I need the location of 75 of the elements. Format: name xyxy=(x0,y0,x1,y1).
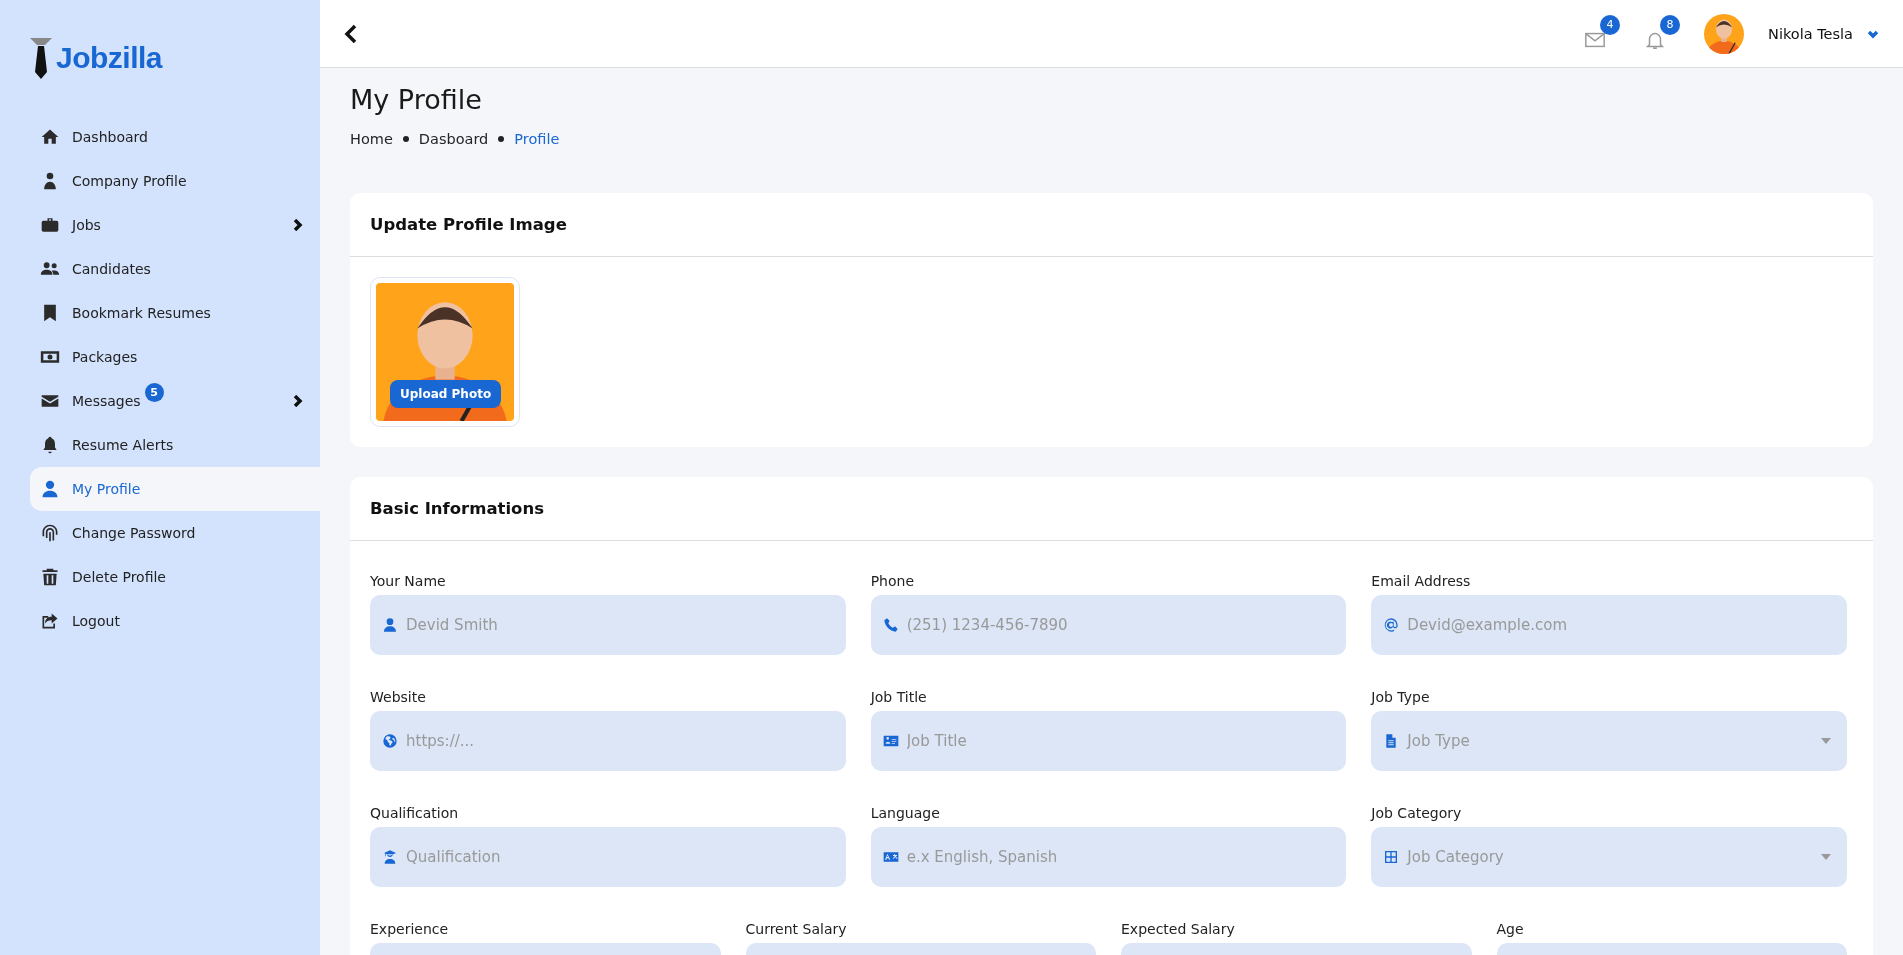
sidebar-item[interactable]: Messages 5 xyxy=(30,379,320,423)
sidebar-label: Resume Alerts xyxy=(72,437,174,453)
id-card-icon xyxy=(882,733,899,749)
fingerprint-icon xyxy=(40,523,60,543)
sidebar-item[interactable]: Jobs xyxy=(30,203,320,247)
sidebar-label: Change Password xyxy=(72,525,196,541)
tie-icon xyxy=(30,36,52,80)
field-label: Language xyxy=(870,805,941,821)
sidebar-item[interactable]: Company Profile xyxy=(30,159,320,203)
card-title: Update Profile Image xyxy=(370,215,567,234)
sidebar-label: Messages xyxy=(72,393,141,409)
field-label: Website xyxy=(370,689,427,705)
sidebar-label: Delete Profile xyxy=(72,569,166,585)
dropdown-caret-icon xyxy=(1821,738,1831,744)
field-label: Qualification xyxy=(370,805,460,821)
sidebar-label: Dashboard xyxy=(72,129,148,145)
sidebar-item[interactable]: Dashboard xyxy=(30,115,320,159)
sidebar-item[interactable]: Logout xyxy=(30,599,320,643)
brand-name: Jobzilla xyxy=(56,41,163,75)
briefcase-icon xyxy=(40,215,60,235)
mail-button[interactable]: 4 xyxy=(1584,14,1621,53)
count-badge: 4 xyxy=(1600,14,1621,35)
field-label: Current Salary xyxy=(745,921,848,937)
field-label: Email Address xyxy=(1371,573,1472,589)
phone-icon xyxy=(882,617,899,633)
sidebar-item[interactable]: Delete Profile xyxy=(30,555,320,599)
person-icon xyxy=(382,617,398,633)
field-label: Experience xyxy=(370,921,450,937)
field-label: Job Title xyxy=(870,689,928,705)
dropdown-caret-icon xyxy=(1821,854,1831,860)
sidebar-label: Logout xyxy=(72,613,120,629)
breadcrumb-link[interactable]: Profile xyxy=(514,131,560,147)
sidebar-label: Jobs xyxy=(72,217,101,233)
sidebar-label: My Profile xyxy=(72,481,141,497)
count-badge: 5 xyxy=(144,383,164,402)
sidebar-item[interactable]: Bookmark Resumes xyxy=(30,291,320,335)
breadcrumb-link[interactable]: Dasboard xyxy=(418,131,489,147)
person-icon xyxy=(40,479,60,499)
field-label: Job Type xyxy=(1371,689,1431,705)
sidebar-item[interactable]: My Profile xyxy=(30,467,320,511)
graduate-icon xyxy=(382,849,398,865)
sidebar-label: Packages xyxy=(72,349,138,365)
house-icon xyxy=(40,127,60,147)
field-label: Phone xyxy=(870,573,916,589)
sidebar-item[interactable]: Resume Alerts xyxy=(30,423,320,467)
share-icon xyxy=(40,611,60,631)
field-label: Your Name xyxy=(370,573,447,589)
input-field[interactable]: e.x English, Spanish xyxy=(870,827,1347,887)
field-label: Age xyxy=(1496,921,1525,937)
globe-icon xyxy=(382,733,398,749)
sidebar-item[interactable]: Packages xyxy=(30,335,320,379)
sidebar-label: Bookmark Resumes xyxy=(72,305,211,321)
notification-button[interactable]: 8 xyxy=(1644,14,1681,53)
upload-photo-button[interactable]: Upload Photo xyxy=(390,380,502,408)
translate-icon xyxy=(882,849,899,865)
sidebar-item[interactable]: Candidates xyxy=(30,247,320,291)
card-title: Basic Informations xyxy=(370,499,545,518)
count-badge: 8 xyxy=(1660,14,1681,35)
input-field[interactable]: Devid Smith xyxy=(370,595,846,655)
user-menu[interactable]: Nikola Tesla xyxy=(1768,25,1879,42)
at-sign-icon xyxy=(1383,617,1400,633)
sidebar-label: Candidates xyxy=(72,261,151,277)
trash-icon xyxy=(40,567,60,587)
input-field[interactable]: Devid@example.com xyxy=(1371,595,1847,655)
sidebar-label: Company Profile xyxy=(72,173,187,189)
grid-icon xyxy=(1383,849,1400,865)
page-title: My Profile xyxy=(350,84,483,115)
input-field[interactable]: Qualification xyxy=(370,827,846,887)
field-label: Job Category xyxy=(1371,805,1463,821)
breadcrumb-link[interactable]: Home xyxy=(350,131,393,147)
field-label: Expected Salary xyxy=(1121,921,1236,937)
sidebar-item[interactable]: Change Password xyxy=(30,511,320,555)
input-field[interactable]: https://... xyxy=(370,711,846,771)
input-field[interactable]: Job Title xyxy=(870,711,1347,771)
input-field[interactable]: (251) 1234-456-7890 xyxy=(870,595,1347,655)
